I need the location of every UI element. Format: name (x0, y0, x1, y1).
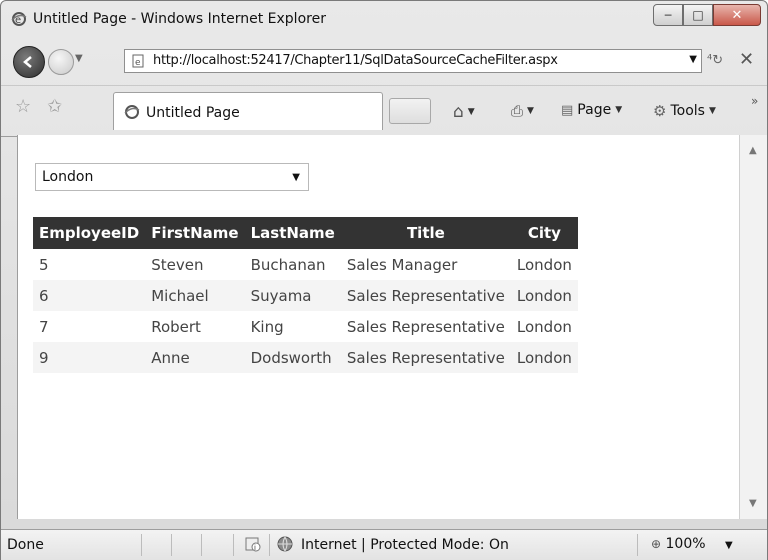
table-row: 9 Anne Dodsworth Sales Representative Lo… (33, 342, 578, 373)
cell-title: Sales Representative (340, 342, 511, 373)
tab-label: Untitled Page (146, 105, 240, 121)
scroll-up-icon[interactable]: ▲ (749, 145, 757, 156)
tab-untitled-page[interactable]: Untitled Page (113, 92, 383, 130)
column-header-city: City (510, 217, 578, 249)
browser-window: e Untitled Page - Windows Internet Explo… (0, 0, 768, 560)
zoom-level-text: 100% (665, 536, 706, 552)
status-divider (141, 534, 142, 556)
security-zone-text[interactable]: Internet | Protected Mode: On (301, 537, 509, 553)
ie-logo-icon: e (11, 12, 27, 26)
cell-employeeid: 7 (39, 317, 49, 336)
page-icon: e (132, 54, 144, 68)
page-menu-label: Page (577, 102, 612, 118)
page-dropdown-icon: ▼ (615, 105, 623, 115)
window-controls: ─ □ ✕ (653, 4, 761, 28)
city-filter-value: London (42, 169, 94, 185)
back-button[interactable] (13, 46, 45, 78)
history-dropdown-icon[interactable]: ▼ (75, 53, 83, 64)
cell-city: London (516, 317, 572, 336)
page-menu-icon: ▤ (561, 102, 574, 118)
minimize-icon: ─ (664, 8, 672, 22)
print-button[interactable]: ⎙ ▼ (511, 102, 534, 120)
employees-grid: EmployeeID FirstName LastName Title City… (33, 217, 578, 373)
svg-text:e: e (15, 15, 21, 26)
tools-menu-label: Tools (670, 103, 705, 119)
column-header-lastname: LastName (244, 217, 341, 249)
ie-page-icon (124, 105, 140, 119)
print-dropdown-icon: ▼ (527, 106, 534, 116)
zoom-icon: ⊕ (651, 537, 662, 551)
stop-icon[interactable]: ✕ (739, 49, 754, 70)
column-header-employeeid: EmployeeID (33, 217, 146, 249)
status-divider (637, 534, 638, 556)
svg-text:i: i (254, 544, 256, 552)
url-text[interactable]: http://localhost:52417/Chapter11/SqlData… (153, 53, 558, 68)
gear-icon: ⚙ (653, 102, 667, 120)
print-icon: ⎙ (511, 102, 524, 120)
cell-lastname: Dodsworth (244, 342, 341, 373)
cell-firstname: Steven (151, 255, 204, 274)
tools-menu-button[interactable]: ⚙ Tools ▼ (653, 102, 716, 120)
favorites-star-icon[interactable]: ☆ (15, 96, 31, 117)
address-dropdown-icon[interactable]: ▼ (689, 54, 697, 65)
cell-firstname: Robert (151, 317, 201, 336)
maximize-button[interactable]: □ (683, 4, 713, 26)
table-row: 6 Michael Suyama Sales Representative Lo… (33, 280, 578, 311)
city-filter-dropdown[interactable]: London ▼ (35, 163, 309, 191)
home-dropdown-icon: ▼ (467, 107, 475, 117)
command-bar: ☆ ✩ Untitled Page ⌂ ▼ ⎙ ▼ ▤ Page ▼ ⚙ Too… (1, 85, 767, 137)
cell-lastname: Buchanan (250, 255, 326, 274)
status-divider (171, 534, 172, 556)
scroll-down-icon[interactable]: ▼ (749, 498, 757, 509)
table-row: 7 Robert King Sales Representative Londo… (33, 311, 578, 342)
close-icon: ✕ (731, 7, 743, 23)
table-row: 5 Steven Buchanan Sales Manager London (33, 249, 578, 280)
refresh-icon[interactable]: ⁴↻ (707, 53, 723, 68)
status-bar: Done i Internet | Protected Mode: On ⊕ 1… (1, 529, 767, 560)
cell-lastname: King (250, 317, 284, 336)
address-bar[interactable]: e http://localhost:52417/Chapter11/SqlDa… (124, 49, 702, 73)
cell-employeeid: 5 (39, 255, 49, 274)
cell-city: London (510, 342, 578, 373)
cell-firstname: Anne (145, 342, 245, 373)
cell-lastname: Suyama (244, 280, 341, 311)
status-divider (201, 534, 202, 556)
cell-city: London (510, 280, 578, 311)
globe-icon (277, 536, 293, 552)
add-favorites-icon[interactable]: ✩ (47, 96, 62, 117)
close-button[interactable]: ✕ (713, 4, 761, 26)
page-menu-button[interactable]: ▤ Page ▼ (561, 102, 622, 118)
navigation-bar: ▼ e http://localhost:52417/Chapter11/Sql… (1, 41, 767, 83)
cell-title: Sales Manager (346, 255, 458, 274)
home-button[interactable]: ⌂ ▼ (453, 102, 475, 122)
status-divider (269, 534, 270, 556)
svg-text:e: e (135, 58, 141, 68)
zoom-level[interactable]: ⊕ 100% (651, 536, 706, 552)
status-divider (233, 534, 234, 556)
vertical-scrollbar[interactable]: ▲ ▼ (739, 135, 767, 519)
cell-title: Sales Representative (346, 317, 505, 336)
tools-dropdown-icon: ▼ (708, 106, 716, 116)
security-report-icon[interactable]: i (245, 536, 261, 552)
back-arrow-icon (23, 56, 32, 68)
cell-city: London (516, 255, 572, 274)
grid-header-row: EmployeeID FirstName LastName Title City (33, 217, 578, 249)
cell-firstname: Michael (145, 280, 245, 311)
column-header-firstname: FirstName (145, 217, 245, 249)
new-tab-button[interactable] (389, 98, 431, 124)
window-title: Untitled Page - Windows Internet Explore… (33, 11, 326, 27)
maximize-icon: □ (692, 8, 704, 22)
title-bar: e Untitled Page - Windows Internet Explo… (1, 1, 767, 39)
zoom-dropdown-icon[interactable]: ▼ (725, 540, 733, 551)
minimize-button[interactable]: ─ (653, 4, 683, 26)
cell-employeeid: 6 (33, 280, 146, 311)
forward-button[interactable] (48, 49, 74, 75)
cell-title: Sales Representative (340, 280, 511, 311)
column-header-title: Title (340, 217, 511, 249)
cell-employeeid: 9 (33, 342, 146, 373)
chevron-down-icon: ▼ (292, 172, 300, 183)
more-commands-icon[interactable]: » (751, 94, 758, 108)
status-text: Done (7, 537, 44, 553)
home-icon: ⌂ (453, 102, 464, 122)
